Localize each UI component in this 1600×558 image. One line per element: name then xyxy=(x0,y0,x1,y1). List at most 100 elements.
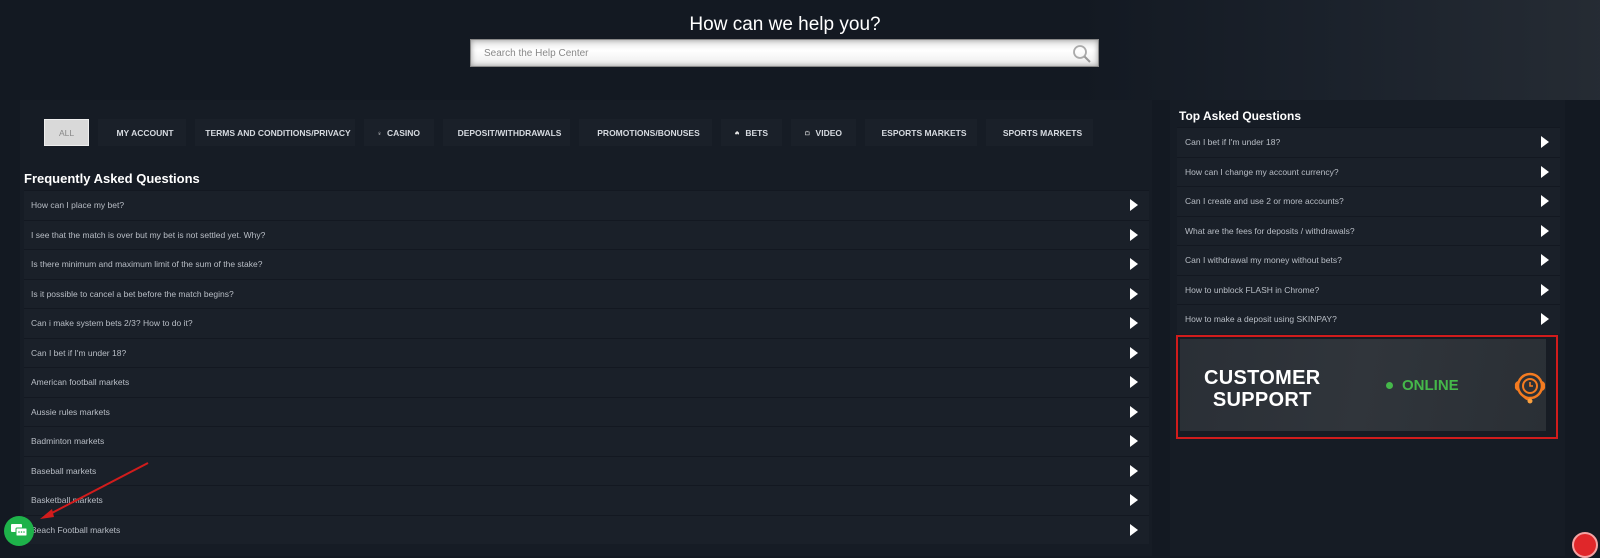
tab-bets[interactable]: BETS xyxy=(721,119,782,146)
question-text: Can I withdrawal my money without bets? xyxy=(1185,255,1342,266)
play-arrow-icon[interactable] xyxy=(1130,199,1138,212)
question-text: I see that the match is over but my bet … xyxy=(31,229,266,240)
question-row[interactable]: Beach Football markets xyxy=(24,514,1149,544)
tab-label: DEPOSIT/WITHDRAWALS xyxy=(457,127,562,138)
question-text: Is there minimum and maximum limit of th… xyxy=(31,259,263,270)
question-row[interactable]: Badminton markets xyxy=(24,426,1149,456)
tab-video[interactable]: VIDEO xyxy=(791,119,856,146)
question-row[interactable]: Aussie rules markets xyxy=(24,396,1149,426)
tab-label: VIDEO xyxy=(815,127,842,138)
play-arrow-icon[interactable] xyxy=(1130,376,1138,389)
notification-bell-button[interactable] xyxy=(1572,532,1598,558)
question-row[interactable]: Is it possible to cancel a bet before th… xyxy=(24,278,1149,308)
question-text: What are the fees for deposits / withdra… xyxy=(1185,225,1355,236)
customer-support-label: CUSTOMER SUPPORT xyxy=(1204,367,1320,411)
question-text: Basketball markets xyxy=(31,495,103,506)
play-arrow-icon[interactable] xyxy=(1541,224,1549,237)
play-arrow-icon[interactable] xyxy=(1130,405,1138,418)
faq-list: How can I place my bet? I see that the ma… xyxy=(24,190,1149,544)
question-text: Beach Football markets xyxy=(31,524,121,535)
play-arrow-icon[interactable] xyxy=(1130,346,1138,359)
question-row[interactable]: How can I change my account currency? xyxy=(1177,156,1560,186)
tab-terms-and-conditions-privacy[interactable]: TERMS AND CONDITIONS/PRIVACY xyxy=(195,119,355,146)
tab-deposit-withdrawals[interactable]: DEPOSIT/WITHDRAWALS xyxy=(443,119,570,146)
tab-promotions-bonuses[interactable]: PROMOTIONS/BONUSES xyxy=(579,119,712,146)
status-text: ONLINE xyxy=(1402,377,1459,394)
play-arrow-icon[interactable] xyxy=(1130,494,1138,507)
tab-sports-markets[interactable]: SPORTS MARKETS xyxy=(986,119,1093,146)
online-status: ONLINE xyxy=(1386,377,1459,394)
support-line1: CUSTOMER xyxy=(1204,367,1321,389)
question-text: Can i make system bets 2/3? How to do it… xyxy=(31,318,193,329)
play-arrow-icon[interactable] xyxy=(1130,464,1138,477)
question-text: How to unblock FLASH in Chrome? xyxy=(1185,284,1320,295)
question-row[interactable]: How to make a deposit using SKINPAY? xyxy=(1177,304,1560,334)
play-arrow-icon[interactable] xyxy=(1541,136,1549,149)
question-text: American football markets xyxy=(31,377,130,388)
online-dot-icon xyxy=(1386,382,1393,389)
tab-label: PROMOTIONS/BONUSES xyxy=(597,127,700,138)
play-arrow-icon[interactable] xyxy=(1130,258,1138,271)
question-text: Can I bet if I'm under 18? xyxy=(1185,137,1281,148)
play-arrow-icon[interactable] xyxy=(1541,283,1549,296)
play-arrow-icon[interactable] xyxy=(1541,254,1549,267)
casino-icon xyxy=(378,131,381,134)
question-row[interactable]: American football markets xyxy=(24,367,1149,397)
tab-label: BETS xyxy=(745,127,768,138)
top-questions-list: Can I bet if I'm under 18? How can I chan… xyxy=(1177,127,1560,334)
support-line2: SUPPORT xyxy=(1212,389,1312,411)
top-questions-title: Top Asked Questions xyxy=(1179,109,1302,123)
tv-icon xyxy=(805,130,810,135)
play-arrow-icon[interactable] xyxy=(1130,228,1138,241)
top-questions-panel: Top Asked Questions Can I bet if I'm und… xyxy=(1170,100,1565,556)
tab-label: MY ACCOUNT xyxy=(116,127,174,138)
tab-label: ESPORTS MARKETS xyxy=(881,127,967,138)
tab-all[interactable]: ALL xyxy=(44,119,89,146)
question-text: Baseball markets xyxy=(31,465,97,476)
tab-label: TERMS AND CONDITIONS/PRIVACY xyxy=(205,127,351,138)
question-row[interactable]: Can I bet if I'm under 18? xyxy=(1177,127,1560,157)
tab-label: ALL xyxy=(58,127,75,138)
tab-esports-markets[interactable]: ESPORTS MARKETS xyxy=(865,119,977,146)
question-text: Is it possible to cancel a bet before th… xyxy=(31,288,234,299)
tab-my-account[interactable]: MY ACCOUNT xyxy=(98,119,186,146)
headset-clock-icon xyxy=(1514,372,1546,404)
faq-title: Frequently Asked Questions xyxy=(24,171,200,186)
tab-label: CASINO xyxy=(386,127,420,138)
search-input[interactable] xyxy=(471,40,1051,66)
question-row[interactable]: I see that the match is over but my bet … xyxy=(24,219,1149,249)
play-arrow-icon[interactable] xyxy=(1130,435,1138,448)
play-arrow-icon[interactable] xyxy=(1130,287,1138,300)
question-row[interactable]: How can I place my bet? xyxy=(24,190,1149,220)
play-arrow-icon[interactable] xyxy=(1541,165,1549,178)
question-text: Badminton markets xyxy=(31,436,105,447)
question-row[interactable]: Is there minimum and maximum limit of th… xyxy=(24,249,1149,279)
play-arrow-icon[interactable] xyxy=(1541,313,1549,326)
question-row[interactable]: Can I withdrawal my money without bets? xyxy=(1177,245,1560,275)
question-row[interactable]: What are the fees for deposits / withdra… xyxy=(1177,215,1560,245)
play-arrow-icon[interactable] xyxy=(1541,195,1549,208)
play-arrow-icon[interactable] xyxy=(1130,523,1138,536)
tab-casino[interactable]: CASINO xyxy=(364,119,434,146)
search-box[interactable] xyxy=(470,39,1099,67)
question-row[interactable]: Baseball markets xyxy=(24,455,1149,485)
question-row[interactable]: Can I create and use 2 or more accounts? xyxy=(1177,186,1560,216)
category-tabs: ALL MY ACCOUNT TERMS AND CONDITIONS/PRIVAC… xyxy=(44,119,1093,146)
tab-label: SPORTS MARKETS xyxy=(1002,127,1083,138)
live-chat-button[interactable] xyxy=(4,516,34,546)
question-text: How to make a deposit using SKINPAY? xyxy=(1185,314,1337,325)
money-bag-icon xyxy=(735,130,740,134)
question-text: Can I bet if I'm under 18? xyxy=(31,347,127,358)
question-text: How can I place my bet? xyxy=(31,200,125,211)
question-row[interactable]: Basketball markets xyxy=(24,485,1149,515)
question-row[interactable]: How to unblock FLASH in Chrome? xyxy=(1177,274,1560,304)
play-arrow-icon[interactable] xyxy=(1130,317,1138,330)
chat-icon xyxy=(11,524,28,537)
customer-support-banner[interactable]: CUSTOMER SUPPORT ONLINE xyxy=(1176,335,1558,439)
question-row[interactable]: Can i make system bets 2/3? How to do it… xyxy=(24,308,1149,338)
question-row[interactable]: Can I bet if I'm under 18? xyxy=(24,337,1149,367)
search-icon[interactable] xyxy=(1072,44,1092,64)
page-title: How can we help you? xyxy=(689,14,881,35)
question-text: How can I change my account currency? xyxy=(1185,166,1339,177)
question-text: Can I create and use 2 or more accounts? xyxy=(1185,196,1344,207)
